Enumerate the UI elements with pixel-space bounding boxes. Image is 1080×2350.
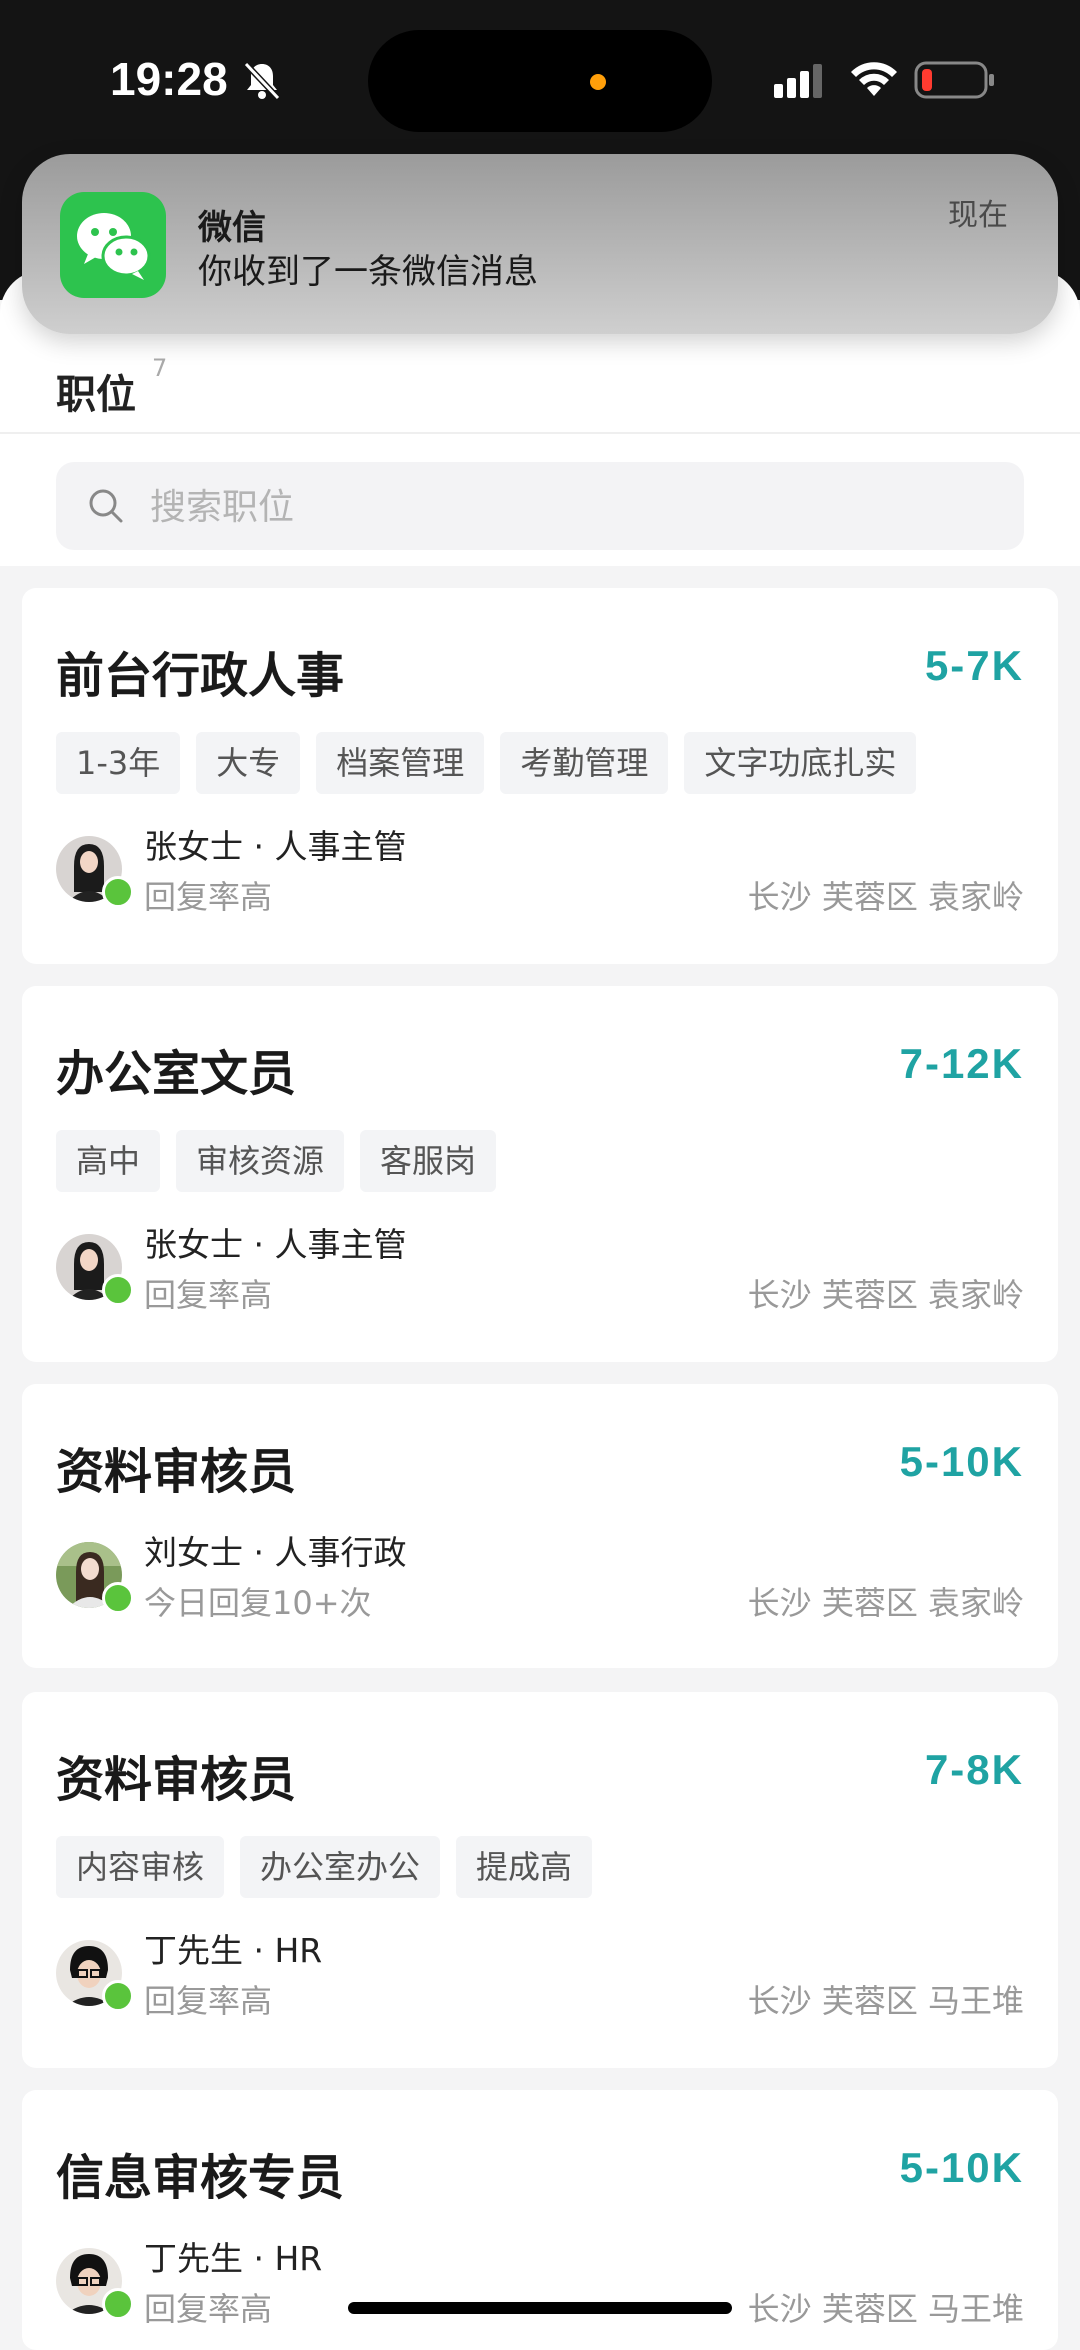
job-card[interactable]: 办公室文员 7-12K 高中 审核资源 客服岗 张女士 · 人事主管 回复率高 … xyxy=(22,986,1058,1362)
wifi-icon xyxy=(851,62,897,96)
reply-rate: 回复率高 xyxy=(144,2290,273,2328)
page-title: 职位 xyxy=(56,372,136,418)
job-tags: 内容审核 办公室办公 提成高 xyxy=(56,1836,593,1898)
home-indicator[interactable] xyxy=(348,2302,732,2314)
search-bar[interactable] xyxy=(56,462,1024,550)
job-title: 资料审核员 xyxy=(56,1752,297,1808)
job-tag: 高中 xyxy=(56,1130,161,1192)
reply-rate: 回复率高 xyxy=(144,1982,273,2020)
job-tag: 客服岗 xyxy=(360,1130,497,1192)
job-title: 资料审核员 xyxy=(56,1444,297,1500)
online-status-dot xyxy=(102,1980,134,2012)
job-location: 长沙 芙蓉区 袁家岭 xyxy=(747,878,1024,916)
notification-time: 现在 xyxy=(948,198,1008,233)
job-tag: 审核资源 xyxy=(176,1130,345,1192)
job-salary: 5-10K xyxy=(899,2144,1024,2191)
notification-app-name: 微信 xyxy=(198,208,266,248)
job-location: 长沙 芙蓉区 马王堆 xyxy=(747,1982,1024,2020)
bell-muted-icon xyxy=(243,61,281,101)
job-tag: 考勤管理 xyxy=(500,732,669,794)
job-card[interactable]: 资料审核员 7-8K 内容审核 办公室办公 提成高 丁先生 · HR 回复率高 … xyxy=(22,1692,1058,2068)
job-title: 办公室文员 xyxy=(56,1046,297,1102)
wechat-app-icon xyxy=(60,192,166,298)
header-divider xyxy=(0,432,1080,434)
online-status-dot xyxy=(102,1582,134,1614)
recruiter-name: 刘女士 · 人事行政 xyxy=(144,1533,407,1572)
job-count: 7 xyxy=(152,354,168,382)
job-title: 前台行政人事 xyxy=(56,648,345,704)
job-salary: 7-8K xyxy=(924,1746,1024,1793)
recruiter-name: 张女士 · 人事主管 xyxy=(144,1225,407,1264)
recruiter-name: 丁先生 · HR xyxy=(144,2239,323,2278)
job-salary: 5-7K xyxy=(924,642,1024,689)
job-title: 信息审核专员 xyxy=(56,2150,345,2206)
job-card[interactable]: 前台行政人事 5-7K 1-3年 大专 档案管理 考勤管理 文字功底扎实 张女士… xyxy=(22,588,1058,964)
search-icon xyxy=(89,489,123,523)
search-input[interactable] xyxy=(148,476,992,538)
job-tags: 1-3年 大专 档案管理 考勤管理 文字功底扎实 xyxy=(56,732,917,794)
recruiter-name: 丁先生 · HR xyxy=(144,1931,323,1970)
status-time: 19:28 xyxy=(110,53,228,105)
reply-rate: 回复率高 xyxy=(144,878,273,916)
job-tag: 1-3年 xyxy=(56,732,181,794)
recruiter-name: 张女士 · 人事主管 xyxy=(144,827,407,866)
online-status-dot xyxy=(102,1274,134,1306)
job-tag: 大专 xyxy=(196,732,301,794)
dynamic-island xyxy=(368,30,712,132)
online-status-dot xyxy=(102,2288,134,2320)
job-tag: 内容审核 xyxy=(56,1836,225,1898)
job-salary: 5-10K xyxy=(899,1438,1024,1485)
job-location: 长沙 芙蓉区 袁家岭 xyxy=(747,1584,1024,1622)
job-location: 长沙 芙蓉区 袁家岭 xyxy=(747,1276,1024,1314)
job-tag: 办公室办公 xyxy=(240,1836,441,1898)
wechat-logo-icon xyxy=(77,213,151,280)
job-list: 前台行政人事 5-7K 1-3年 大专 档案管理 考勤管理 文字功底扎实 张女士… xyxy=(0,566,1080,2350)
online-status-dot xyxy=(102,876,134,908)
job-tags: 高中 审核资源 客服岗 xyxy=(56,1130,497,1192)
battery-low-icon xyxy=(914,61,994,99)
notification-message: 你收到了一条微信消息 xyxy=(198,252,538,292)
job-tag: 提成高 xyxy=(456,1836,593,1898)
job-card[interactable]: 资料审核员 5-10K 刘女士 · 人事行政 今日回复10+次 长沙 芙蓉区 袁… xyxy=(22,1384,1058,1668)
cellular-signal-icon xyxy=(774,64,822,98)
job-salary: 7-12K xyxy=(899,1040,1024,1087)
job-tag: 档案管理 xyxy=(316,732,485,794)
job-location: 长沙 芙蓉区 马王堆 xyxy=(747,2290,1024,2328)
wechat-notification-banner[interactable]: 微信 你收到了一条微信消息 现在 xyxy=(22,154,1058,334)
job-tag: 文字功底扎实 xyxy=(684,732,917,794)
privacy-indicator-dot xyxy=(590,74,606,90)
reply-rate: 今日回复10+次 xyxy=(144,1584,372,1622)
reply-rate: 回复率高 xyxy=(144,1276,273,1314)
